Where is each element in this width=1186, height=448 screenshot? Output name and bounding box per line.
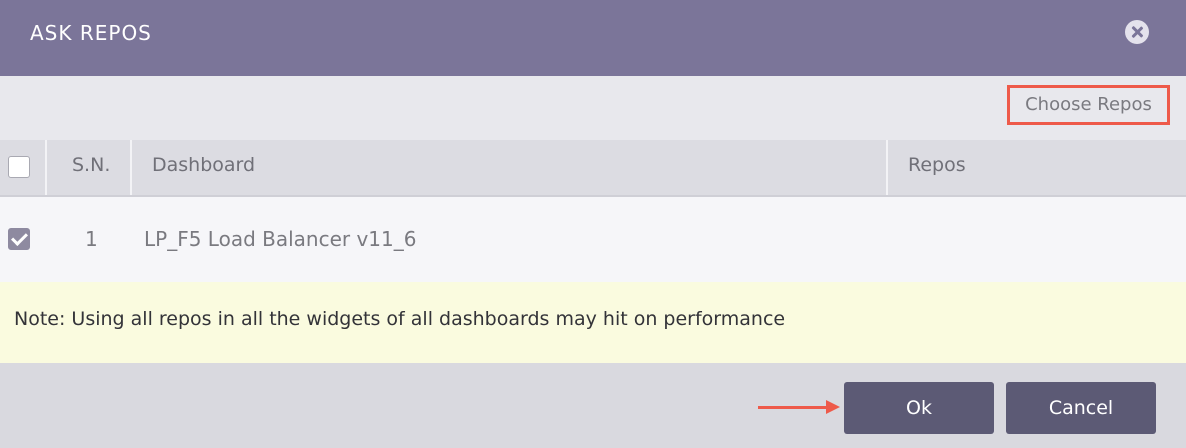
ask-repos-dialog: ASK REPOS Choose Repos S.N. Dashboard Re… (0, 0, 1186, 448)
column-header-dashboard: Dashboard (152, 154, 256, 176)
column-header-repos: Repos (908, 154, 966, 176)
row-checkbox[interactable] (8, 228, 30, 250)
toolbar: Choose Repos (0, 76, 1186, 140)
table-row[interactable]: 1 LP_F5 Load Balancer v11_6 (0, 197, 1186, 282)
choose-repos-button[interactable]: Choose Repos (1007, 85, 1170, 125)
column-header-sn: S.N. (72, 154, 111, 176)
select-all-checkbox[interactable] (8, 156, 30, 178)
close-icon[interactable] (1125, 20, 1149, 44)
dialog-title: ASK REPOS (30, 21, 152, 45)
ok-button[interactable]: Ok (844, 382, 994, 434)
annotation-arrow-head (826, 400, 840, 414)
row-sn: 1 (85, 227, 98, 251)
column-divider (45, 140, 47, 195)
performance-note: Note: Using all repos in all the widgets… (0, 282, 1186, 363)
note-text: Note: Using all repos in all the widgets… (14, 308, 786, 330)
cancel-button[interactable]: Cancel (1006, 382, 1156, 434)
table-header: S.N. Dashboard Repos (0, 140, 1186, 197)
column-divider (886, 140, 888, 195)
column-divider (130, 140, 132, 195)
dialog-footer: Ok Cancel (0, 363, 1186, 448)
dialog-header: ASK REPOS (0, 0, 1186, 76)
annotation-arrow (758, 406, 828, 409)
row-dashboard-name: LP_F5 Load Balancer v11_6 (144, 227, 417, 251)
